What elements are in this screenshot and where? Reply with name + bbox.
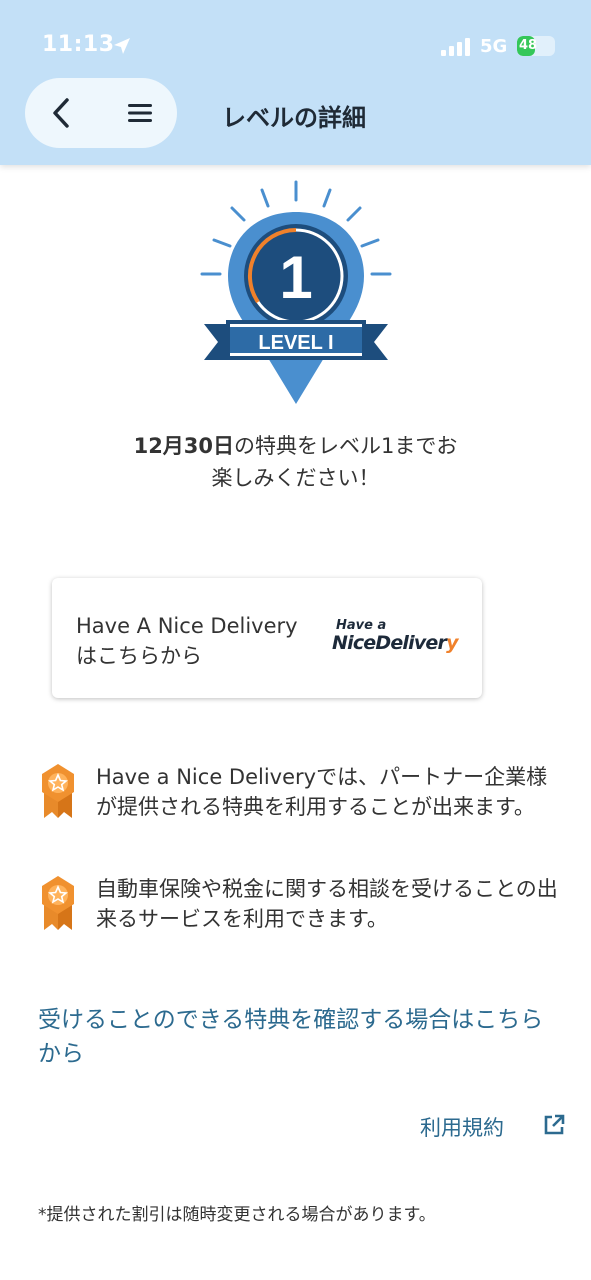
check-benefits-link[interactable]: 受けることのできる特典を確認する場合はこちらから	[38, 1003, 558, 1071]
level-badge: 1 LEVEL I	[200, 180, 392, 404]
logo-main-text: NiceDelivery	[332, 632, 458, 654]
card-line1: Have A Nice Delivery	[76, 614, 298, 638]
menu-button[interactable]	[125, 98, 155, 128]
card-text: Have A Nice Delivery はこちらから	[76, 611, 298, 671]
external-link-icon[interactable]	[542, 1113, 566, 1137]
nav-pill	[25, 78, 177, 148]
award-ribbon-icon	[42, 876, 74, 930]
signal-icon	[441, 38, 470, 56]
badge-number: 1	[279, 244, 312, 311]
badge-label: LEVEL I	[258, 332, 333, 354]
promo-date: 12月30日	[133, 434, 235, 458]
location-arrow-icon	[114, 38, 130, 54]
logo-small-text: Have a	[336, 618, 387, 633]
promo-line1: の特典をレベル1までお	[234, 434, 458, 458]
benefit-text: Have a Nice Deliveryでは、パートナー企業様が提供される特典を…	[96, 765, 548, 819]
promo-line2: 楽しみください！	[211, 466, 380, 490]
level-promo-text: 12月30日の特典をレベル1までお 楽しみください！	[0, 430, 591, 494]
have-a-nice-delivery-card[interactable]: Have A Nice Delivery はこちらから Have a NiceD…	[52, 578, 482, 698]
logo-main: NiceDeliver	[332, 632, 447, 654]
status-time: 11:13	[42, 32, 115, 57]
card-line2: はこちらから	[76, 644, 202, 668]
back-button[interactable]	[45, 96, 79, 130]
benefit-text: 自動車保険や税金に関する相談を受けることの出来るサービスを利用できます。	[96, 877, 558, 931]
have-a-nice-delivery-logo: Have a NiceDelivery	[332, 618, 460, 658]
network-type: 5G	[480, 36, 508, 57]
page-title: レベルの詳細	[222, 104, 366, 132]
terms-of-use-link[interactable]: 利用規約	[420, 1112, 504, 1142]
header-bar: 11:13 5G 48 レベルの詳細	[0, 0, 591, 165]
footnote: *提供された割引は随時変更される場合があります。	[38, 1205, 436, 1225]
award-ribbon-icon	[42, 764, 74, 818]
battery-percent: 48	[518, 38, 538, 53]
battery-icon: 48	[517, 36, 555, 56]
logo-accent: y	[446, 632, 458, 654]
